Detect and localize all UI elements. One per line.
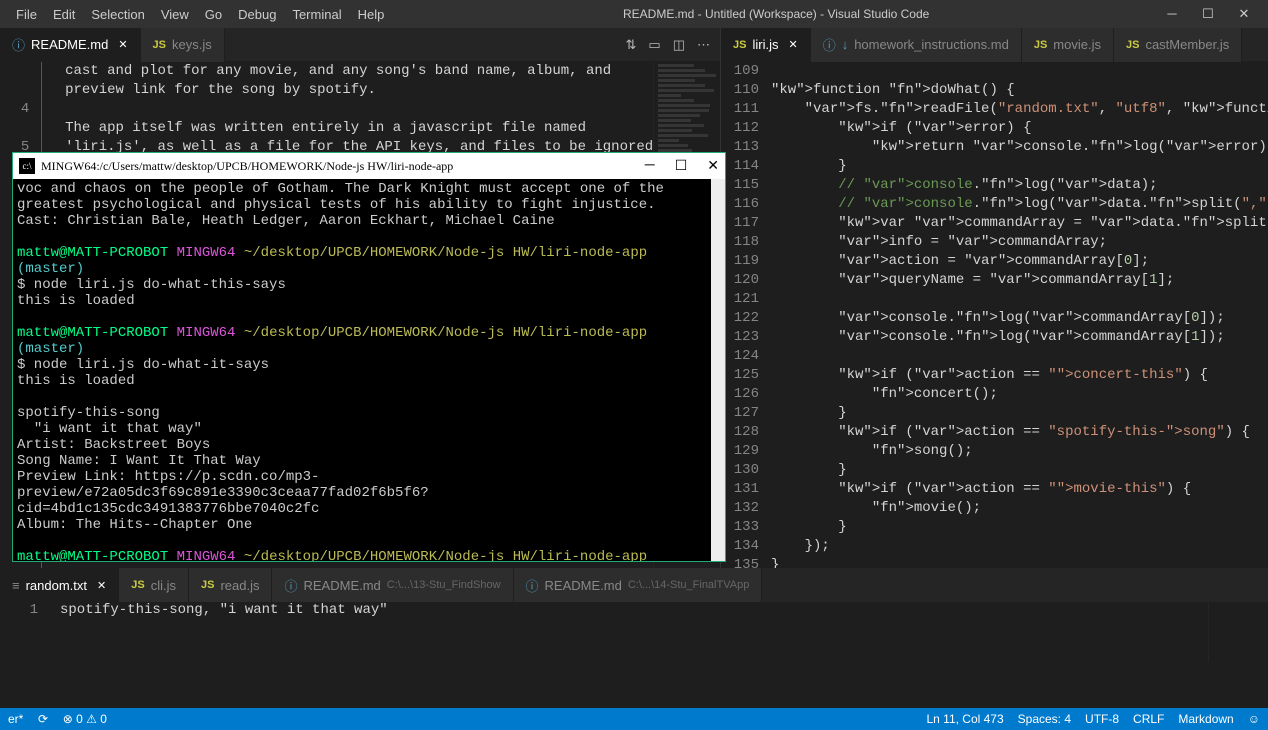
more-icon[interactable]: ⋯	[697, 37, 710, 53]
terminal-scrollbar[interactable]	[711, 179, 725, 561]
menu-view[interactable]: View	[153, 3, 197, 26]
close-icon[interactable]: ✕	[97, 579, 106, 592]
tab-castmember-js[interactable]: JS castMember.js	[1114, 28, 1242, 62]
minimap[interactable]	[1208, 602, 1268, 662]
tab-readme-md[interactable]: ⓘ README.md C:\...\14-Stu_FinalTVApp	[514, 568, 763, 602]
js-icon: JS	[131, 579, 144, 591]
split-icon[interactable]: ◫	[673, 37, 685, 53]
menu-go[interactable]: Go	[197, 3, 230, 26]
tab-bar-left: ⓘ README.md ✕ JS keys.js ⇅ ▭ ◫ ⋯	[0, 28, 720, 62]
tab-label: random.txt	[26, 578, 87, 593]
tab-label: README.md	[545, 578, 622, 593]
compare-icon[interactable]: ⇅	[626, 37, 637, 53]
markdown-icon: ⓘ	[12, 35, 25, 54]
tab-keys-js[interactable]: JS keys.js	[141, 28, 225, 62]
editor-group-right: JS liri.js✕ⓘ ↓ homework_instructions.mdJ…	[720, 28, 1268, 568]
minimize-icon[interactable]: ─	[1160, 6, 1184, 22]
tab-readme-md[interactable]: ⓘ README.md C:\...\13-Stu_FindShow	[272, 568, 513, 602]
js-icon: JS	[153, 39, 166, 51]
status-item[interactable]: CRLF	[1133, 712, 1164, 726]
info-icon: ⓘ	[284, 576, 297, 595]
status-item[interactable]: UTF-8	[1085, 712, 1119, 726]
status-item[interactable]: ⟳	[38, 712, 48, 726]
tab-readme-md[interactable]: ⓘ README.md ✕	[0, 28, 141, 62]
code-content[interactable]: "kw">function "fn">doWhat() { "var">fs."…	[771, 62, 1268, 568]
editor-bottom[interactable]: 1 spotify-this-song, "i want it that way…	[0, 602, 1268, 662]
tab-path: C:\...\14-Stu_FinalTVApp	[628, 579, 749, 591]
titlebar: FileEditSelectionViewGoDebugTerminalHelp…	[0, 0, 1268, 28]
tab-bar-bottom: ≡ random.txt✕JS cli.jsJS read.jsⓘ README…	[0, 568, 1268, 602]
status-item[interactable]: Ln 11, Col 473	[926, 712, 1003, 726]
tab-cli-js[interactable]: JS cli.js	[119, 568, 189, 602]
status-item[interactable]: Markdown	[1178, 712, 1233, 726]
status-left[interactable]: er* ⟳ ⊗ 0 ⚠ 0	[8, 712, 107, 726]
editor-right[interactable]: 1091101111121131141151161171181191201211…	[721, 62, 1268, 568]
menu-selection[interactable]: Selection	[83, 3, 152, 26]
tab-label: read.js	[220, 578, 259, 593]
status-item[interactable]: er*	[8, 712, 23, 726]
menu-edit[interactable]: Edit	[45, 3, 83, 26]
preview-icon[interactable]: ▭	[648, 37, 660, 53]
info-icon: ⓘ	[526, 576, 539, 595]
close-icon[interactable]: ✕	[118, 38, 127, 51]
window-title: README.md - Untitled (Workspace) - Visua…	[392, 7, 1160, 21]
tab-path: C:\...\13-Stu_FindShow	[387, 579, 501, 591]
close-icon[interactable]: ✕	[707, 158, 719, 175]
menu-file[interactable]: File	[8, 3, 45, 26]
status-item[interactable]: ☺	[1248, 712, 1260, 726]
status-item[interactable]: Spaces: 4	[1018, 712, 1071, 726]
terminal-content[interactable]: voc and chaos on the people of Gotham. T…	[13, 179, 711, 561]
tab-label: cli.js	[151, 578, 176, 593]
terminal-window[interactable]: c:\ MINGW64:/c/Users/mattw/desktop/UPCB/…	[12, 152, 726, 562]
tab-label: keys.js	[172, 37, 212, 52]
js-icon: JS	[1034, 39, 1047, 51]
window-controls: ─ ☐ ✕	[1160, 6, 1268, 22]
js-icon: JS	[1126, 39, 1139, 51]
tab-label: movie.js	[1053, 37, 1101, 52]
tab-label: README.md	[31, 37, 108, 52]
terminal-titlebar[interactable]: c:\ MINGW64:/c/Users/mattw/desktop/UPCB/…	[13, 153, 725, 179]
menu-debug[interactable]: Debug	[230, 3, 284, 26]
code-content[interactable]: spotify-this-song, "i want it that way"	[50, 602, 1208, 662]
tab-homework_instructions-md[interactable]: ⓘ ↓ homework_instructions.md	[811, 28, 1022, 62]
file-icon: ≡	[12, 578, 20, 593]
status-right[interactable]: Ln 11, Col 473 Spaces: 4 UTF-8 CRLF Markdown…	[926, 712, 1260, 726]
tab-label: README.md	[304, 578, 381, 593]
menu-bar: FileEditSelectionViewGoDebugTerminalHelp	[0, 3, 392, 26]
markdown-icon: ⓘ	[823, 35, 836, 54]
close-icon[interactable]: ✕	[788, 38, 797, 51]
tab-label: castMember.js	[1145, 37, 1229, 52]
terminal-icon: c:\	[19, 158, 35, 174]
status-item[interactable]: ⊗ 0 ⚠ 0	[63, 712, 107, 726]
maximize-icon[interactable]: ☐	[1196, 6, 1220, 22]
line-numbers: 1091101111121131141151161171181191201211…	[721, 62, 771, 568]
tab-bar-right: JS liri.js✕ⓘ ↓ homework_instructions.mdJ…	[721, 28, 1268, 62]
download-icon: ↓	[842, 37, 849, 52]
minimize-icon[interactable]: ─	[645, 158, 655, 175]
close-icon[interactable]: ✕	[1232, 6, 1256, 22]
terminal-title: MINGW64:/c/Users/mattw/desktop/UPCB/HOME…	[41, 159, 453, 174]
maximize-icon[interactable]: ☐	[675, 158, 688, 175]
tab-label: homework_instructions.md	[854, 37, 1009, 52]
tab-liri-js[interactable]: JS liri.js ✕	[721, 28, 811, 62]
line-numbers: 1	[0, 602, 50, 662]
tab-label: liri.js	[752, 37, 778, 52]
tab-read-js[interactable]: JS read.js	[189, 568, 273, 602]
tab-movie-js[interactable]: JS movie.js	[1022, 28, 1114, 62]
menu-help[interactable]: Help	[350, 3, 393, 26]
status-bar: er* ⟳ ⊗ 0 ⚠ 0 Ln 11, Col 473 Spaces: 4 UTF…	[0, 708, 1268, 730]
menu-terminal[interactable]: Terminal	[284, 3, 349, 26]
tab-random-txt[interactable]: ≡ random.txt ✕	[0, 568, 119, 602]
js-icon: JS	[201, 579, 214, 591]
js-icon: JS	[733, 39, 746, 51]
